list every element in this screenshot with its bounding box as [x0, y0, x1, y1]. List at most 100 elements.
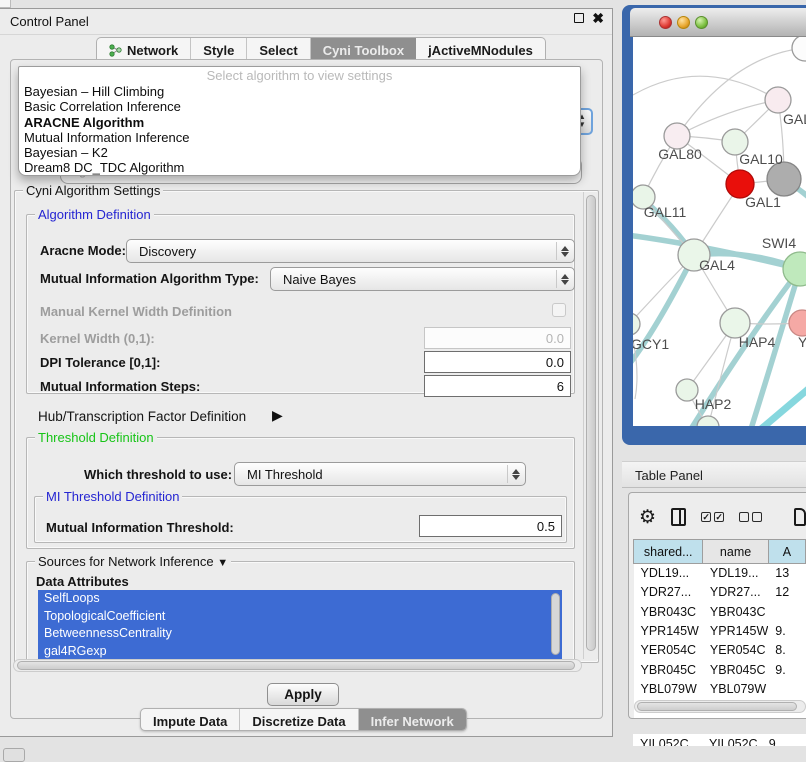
- tab-cyni-toolbox[interactable]: Cyni Toolbox: [311, 38, 416, 60]
- cell-shared[interactable]: YER054C: [634, 641, 703, 660]
- network-nodes[interactable]: [633, 37, 806, 426]
- cell-value[interactable]: 12: [768, 583, 805, 602]
- tab-jactivemnodules[interactable]: jActiveMNodules: [416, 38, 545, 60]
- dropdown-item-bayesian-hill-climbing[interactable]: Bayesian – Hill Climbing: [19, 84, 580, 99]
- table-row[interactable]: YDL19...YDL19...13: [634, 564, 806, 583]
- cell-value[interactable]: 9.: [762, 734, 806, 746]
- dropdown-item-bayesian-k2[interactable]: Bayesian – K2: [19, 145, 580, 160]
- cell-value[interactable]: 13: [768, 564, 805, 583]
- cell-name[interactable]: YDL19...: [703, 564, 768, 583]
- column-header-clipped[interactable]: A: [768, 540, 805, 564]
- combo-stepper-icon: [507, 465, 523, 483]
- attribute-item-betweennesscentrality[interactable]: BetweennessCentrality: [38, 625, 562, 643]
- which-threshold-combo[interactable]: MI Threshold: [234, 462, 526, 486]
- collapsed-arrow-icon[interactable]: ▶: [272, 407, 283, 424]
- cell-value[interactable]: 9.: [768, 660, 805, 679]
- settings-vscroll-thumb[interactable]: [586, 195, 596, 651]
- cell-shared[interactable]: YIL052C: [633, 734, 702, 746]
- aracne-mode-combo[interactable]: Discovery: [126, 239, 575, 263]
- tab-style[interactable]: Style: [191, 38, 247, 60]
- cell-shared[interactable]: YBL079W: [634, 679, 703, 698]
- close-icon[interactable]: ✖: [592, 13, 604, 23]
- cell-shared[interactable]: YPR145W: [634, 621, 703, 640]
- tab-infer-network[interactable]: Infer Network: [359, 709, 466, 730]
- cell-name[interactable]: YDR27...: [703, 583, 768, 602]
- collapsed-panel-button[interactable]: [3, 748, 25, 762]
- mac-close-icon[interactable]: [659, 16, 672, 29]
- mi-type-combo[interactable]: Naive Bayes: [270, 267, 575, 291]
- cell-name[interactable]: YPR145W: [703, 621, 768, 640]
- cell-value[interactable]: 8.: [768, 641, 805, 660]
- mi-threshold-field[interactable]: 0.5: [419, 515, 562, 537]
- column-header-shared-name[interactable]: shared...: [634, 540, 703, 564]
- tab-jactivemnodules-label: jActiveMNodules: [428, 43, 533, 58]
- dropdown-item-basic-correlation[interactable]: Basic Correlation Inference: [19, 99, 580, 114]
- table-row[interactable]: YBL079WYBL079W: [634, 679, 806, 698]
- cell-shared[interactable]: YDL19...: [634, 564, 703, 583]
- settings-vertical-scrollbar[interactable]: [583, 192, 598, 659]
- cell-name[interactable]: YER054C: [703, 641, 768, 660]
- mac-zoom-icon[interactable]: [695, 16, 708, 29]
- cell-value[interactable]: 9.: [768, 621, 805, 640]
- table-row[interactable]: YBR043CYBR043C: [634, 602, 806, 621]
- dropdown-item-mutual-information[interactable]: Mutual Information Inference: [19, 130, 580, 145]
- cell-name[interactable]: YBL079W: [703, 679, 768, 698]
- tab-discretize-data[interactable]: Discretize Data: [240, 709, 358, 730]
- cell-name[interactable]: YBR043C: [703, 602, 768, 621]
- which-threshold-value: MI Threshold: [247, 467, 323, 482]
- cell-shared[interactable]: YDR27...: [634, 583, 703, 602]
- expanded-arrow-icon[interactable]: ▼: [217, 557, 228, 569]
- mi-steps-field[interactable]: 6: [424, 375, 571, 397]
- cell-value[interactable]: [768, 679, 805, 698]
- threshold-definition-title: Threshold Definition: [35, 430, 157, 445]
- attribute-item-topologicalcoefficient[interactable]: TopologicalCoefficient: [38, 608, 562, 626]
- label-gal1: GAL1: [745, 194, 781, 210]
- table-row[interactable]: YER054CYER054C8.: [634, 641, 806, 660]
- node-gcy1[interactable]: [633, 313, 640, 335]
- network-canvas[interactable]: GAL GAL80 GAL10 GAL1 GAL11 SWI4 GAL4 GCY…: [633, 37, 806, 426]
- table-row[interactable]: YBR045CYBR045C9.: [634, 660, 806, 679]
- apply-button[interactable]: Apply: [267, 683, 339, 706]
- table-horizontal-scrollbar[interactable]: [634, 700, 806, 713]
- tab-impute-data[interactable]: Impute Data: [141, 709, 240, 730]
- control-panel-titlebar: Control Panel ✖: [0, 9, 612, 35]
- manual-kernel-checkbox[interactable]: [552, 303, 566, 317]
- table-row[interactable]: YPR145WYPR145W9.: [634, 621, 806, 640]
- dpi-tolerance-field[interactable]: 0.0: [424, 351, 571, 373]
- mac-minimize-icon[interactable]: [677, 16, 690, 29]
- clipped-table-row[interactable]: YIL052CYIL052C9.: [633, 734, 806, 746]
- settings-horizontal-scrollbar[interactable]: [13, 659, 582, 672]
- node-unlabeled[interactable]: [792, 37, 806, 61]
- new-table-icon[interactable]: [794, 508, 806, 526]
- deselect-all-checkboxes-icon[interactable]: [739, 512, 762, 522]
- settings-hscroll-thumb[interactable]: [17, 661, 575, 670]
- node-gal-pink[interactable]: [765, 87, 791, 113]
- kernel-width-field[interactable]: 0.0: [424, 327, 571, 349]
- dropdown-item-aracne[interactable]: ARACNE Algorithm: [19, 115, 580, 130]
- node-salmon[interactable]: [789, 310, 806, 336]
- algorithm-dropdown-popup: Select algorithm to view settings Bayesi…: [18, 66, 581, 176]
- cell-name[interactable]: YBR045C: [703, 660, 768, 679]
- tab-select[interactable]: Select: [247, 38, 310, 60]
- cell-shared[interactable]: YBR043C: [634, 602, 703, 621]
- node-gray[interactable]: [767, 162, 801, 196]
- gear-icon[interactable]: ⚙: [639, 508, 656, 527]
- attribute-list-scrollbar[interactable]: [551, 593, 560, 655]
- sources-group-title: Sources for Network Inference ▼: [35, 554, 231, 569]
- columns-icon[interactable]: [671, 508, 686, 526]
- select-all-checkboxes-icon[interactable]: ✓✓: [701, 512, 724, 522]
- column-header-name[interactable]: name: [703, 540, 768, 564]
- label-gal11: GAL11: [644, 204, 687, 220]
- dropdown-item-dream8[interactable]: Dream8 DC_TDC Algorithm: [19, 160, 580, 175]
- table-hscroll-thumb[interactable]: [637, 702, 797, 711]
- attribute-item-gal4rgexp[interactable]: gal4RGexp: [38, 643, 562, 661]
- attribute-item-selfloops[interactable]: SelfLoops: [38, 590, 562, 608]
- cell-shared[interactable]: YBR045C: [634, 660, 703, 679]
- node-swi4[interactable]: [783, 252, 806, 286]
- tab-network[interactable]: Network: [97, 38, 191, 60]
- table-row[interactable]: YDR27...YDR27...12: [634, 583, 806, 602]
- cell-name[interactable]: YIL052C: [702, 734, 762, 746]
- cell-value[interactable]: [768, 602, 805, 621]
- hub-section-label[interactable]: Hub/Transcription Factor Definition: [38, 409, 246, 424]
- restore-icon[interactable]: [574, 13, 584, 23]
